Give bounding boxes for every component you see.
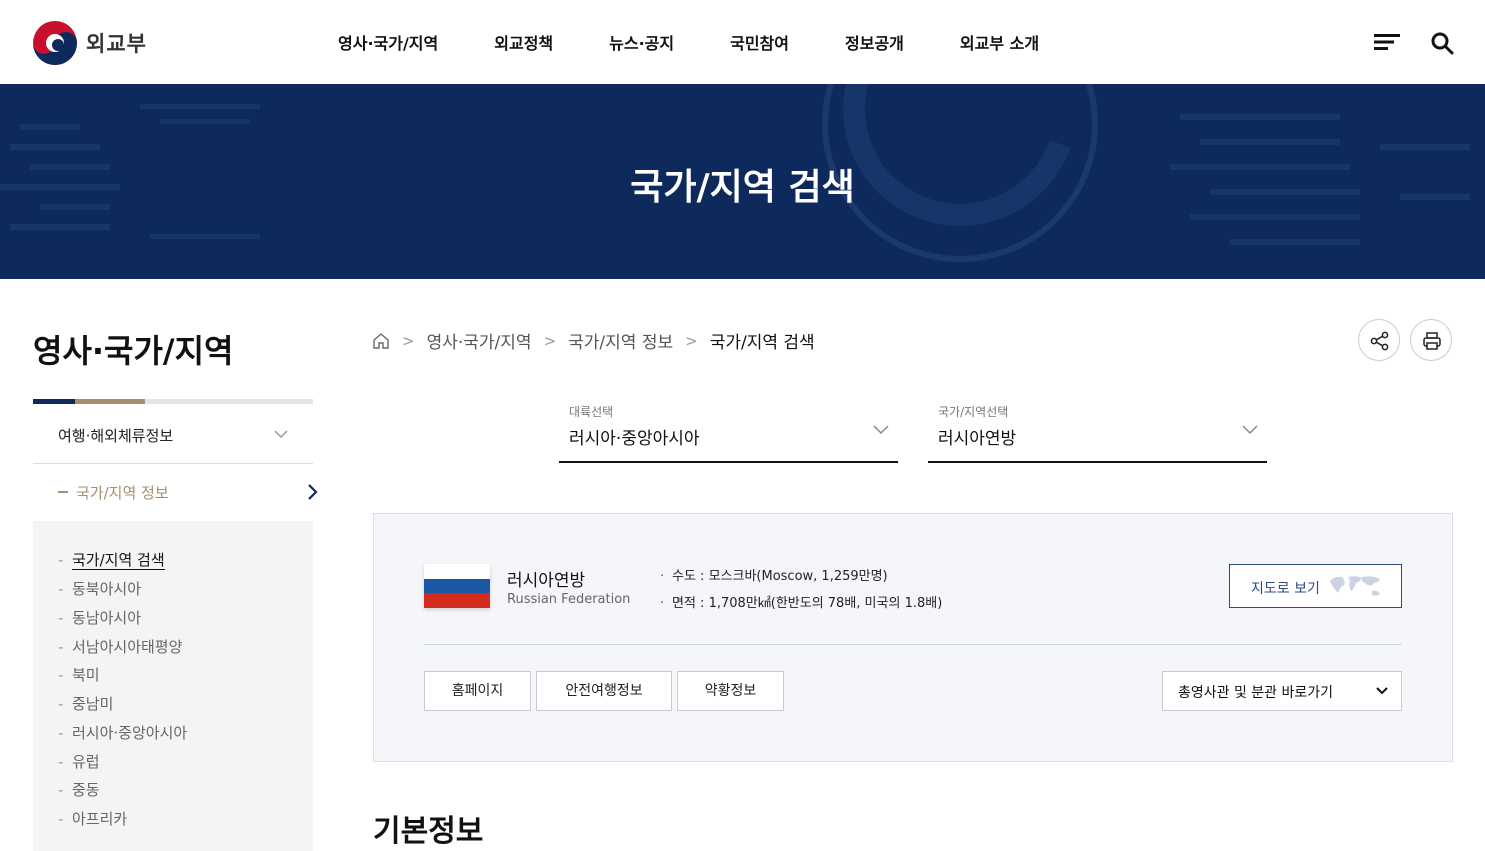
- chevron-down-icon: [274, 430, 288, 439]
- share-button[interactable]: [1358, 319, 1400, 361]
- sidebar-depth1-travel[interactable]: 여행·해외체류정보: [33, 404, 313, 464]
- page-banner: 국가/지역 검색: [0, 84, 1485, 279]
- sidebar-item-northeast-asia[interactable]: - 동북아시아: [58, 578, 141, 599]
- country-select-caption: 국가/지역선택: [938, 405, 1009, 419]
- embassy-shortcut-select[interactable]: 총영사관 및 분관 바로가기: [1162, 671, 1402, 711]
- logo-text: 외교부: [86, 32, 147, 56]
- safety-travel-button[interactable]: 안전여행정보: [536, 671, 672, 711]
- banner-title: 국가/지역 검색: [630, 167, 855, 208]
- country-name-en: Russian Federation: [507, 592, 631, 607]
- search-icon[interactable]: [1430, 31, 1454, 55]
- nav-participation[interactable]: 국민참여: [730, 30, 789, 54]
- sidebar-item-country-search[interactable]: - 국가/지역 검색: [58, 549, 165, 570]
- sidebar-title: 영사·국가/지역: [33, 332, 234, 370]
- country-select[interactable]: 국가/지역선택 러시아연방: [928, 400, 1267, 463]
- chevron-down-icon: [873, 425, 889, 435]
- sidebar-item-south-asia-pacific[interactable]: - 서남아시아태평양: [58, 636, 182, 657]
- chevron-right-icon: [308, 484, 318, 500]
- breadcrumb-current: 국가/지역 검색: [709, 333, 815, 353]
- continent-select-value: 러시아·중앙아시아: [569, 429, 700, 449]
- nav-news[interactable]: 뉴스·공지: [609, 30, 674, 54]
- nav-consular[interactable]: 영사·국가/지역: [338, 30, 438, 54]
- taegeuk-logo-icon: [33, 21, 77, 65]
- sidebar-depth2-country-info[interactable]: 국가/지역 정보: [33, 464, 318, 521]
- sidebar-submenu: - 국가/지역 검색 - 동북아시아 - 동남아시아 - 서남아시아태평양 - 북미 -중…: [33, 521, 313, 851]
- world-map-icon: [1330, 576, 1380, 596]
- section-title-basic-info: 기본정보: [373, 814, 484, 849]
- print-button[interactable]: [1410, 319, 1452, 361]
- print-icon: [1423, 332, 1441, 350]
- fact-area: · 면적 : 1,708만㎢(한반도의 78배, 미국의 1.8배): [660, 596, 943, 611]
- continent-select-caption: 대륙선택: [569, 405, 614, 419]
- site-header: 외교부 영사·국가/지역 외교정책 뉴스·공지 국민참여 정보공개 외교부 소개: [0, 0, 1485, 84]
- country-info-box: 러시아연방 Russian Federation · 수도 : 모스크바(Mosc…: [373, 513, 1453, 762]
- sidebar-depth2-label: 국가/지역 정보: [76, 484, 169, 502]
- chevron-down-icon: [1376, 687, 1388, 695]
- site-logo[interactable]: 외교부: [32, 20, 147, 66]
- breadcrumb: > 영사·국가/지역 > 국가/지역 정보 > 국가/지역 검색: [372, 328, 815, 353]
- sidebar-item-southeast-asia[interactable]: - 동남아시아: [58, 607, 141, 628]
- sidebar-item-africa[interactable]: - 아프리카: [58, 808, 127, 829]
- continent-select[interactable]: 대륙선택 러시아·중앙아시아: [559, 400, 898, 463]
- menu-icon[interactable]: [1374, 33, 1400, 51]
- brief-info-button[interactable]: 약황정보: [677, 671, 784, 711]
- breadcrumb-consular[interactable]: 영사·국가/지역: [427, 328, 532, 353]
- russia-flag-icon: [424, 564, 490, 608]
- share-icon: [1370, 331, 1389, 351]
- country-select-value: 러시아연방: [938, 429, 1017, 449]
- sidebar-item-middle-east[interactable]: - 중동: [58, 779, 100, 800]
- homepage-button[interactable]: 홈페이지: [424, 671, 531, 711]
- view-map-label: 지도로 보기: [1251, 581, 1320, 597]
- country-name: 러시아연방: [507, 571, 586, 591]
- view-map-button[interactable]: 지도로 보기: [1229, 564, 1402, 608]
- chevron-down-icon: [1242, 425, 1258, 435]
- home-icon[interactable]: [372, 332, 390, 350]
- main-nav: 영사·국가/지역 외교정책 뉴스·공지 국민참여 정보공개 외교부 소개: [338, 30, 1095, 54]
- nav-policy[interactable]: 외교정책: [494, 30, 553, 54]
- sidebar-item-europe[interactable]: - 유럽: [58, 751, 100, 772]
- embassy-shortcut-label: 총영사관 및 분관 바로가기: [1178, 685, 1334, 701]
- country-facts: · 수도 : 모스크바(Moscow, 1,259만명) · 면적 : 1,708만…: [660, 565, 942, 619]
- sidebar-item-north-america[interactable]: - 북미: [58, 664, 100, 685]
- breadcrumb-country-info[interactable]: 국가/지역 정보: [568, 328, 673, 353]
- nav-about[interactable]: 외교부 소개: [960, 30, 1039, 54]
- sidebar-item-latin-america[interactable]: - 중남미: [58, 693, 113, 714]
- nav-disclosure[interactable]: 정보공개: [845, 30, 904, 54]
- sidebar-depth1-label: 여행·해외체류정보: [58, 427, 174, 445]
- fact-capital: · 수도 : 모스크바(Moscow, 1,259만명): [660, 569, 888, 584]
- sidebar-item-russia-central-asia[interactable]: - 러시아·중앙아시아: [58, 722, 187, 743]
